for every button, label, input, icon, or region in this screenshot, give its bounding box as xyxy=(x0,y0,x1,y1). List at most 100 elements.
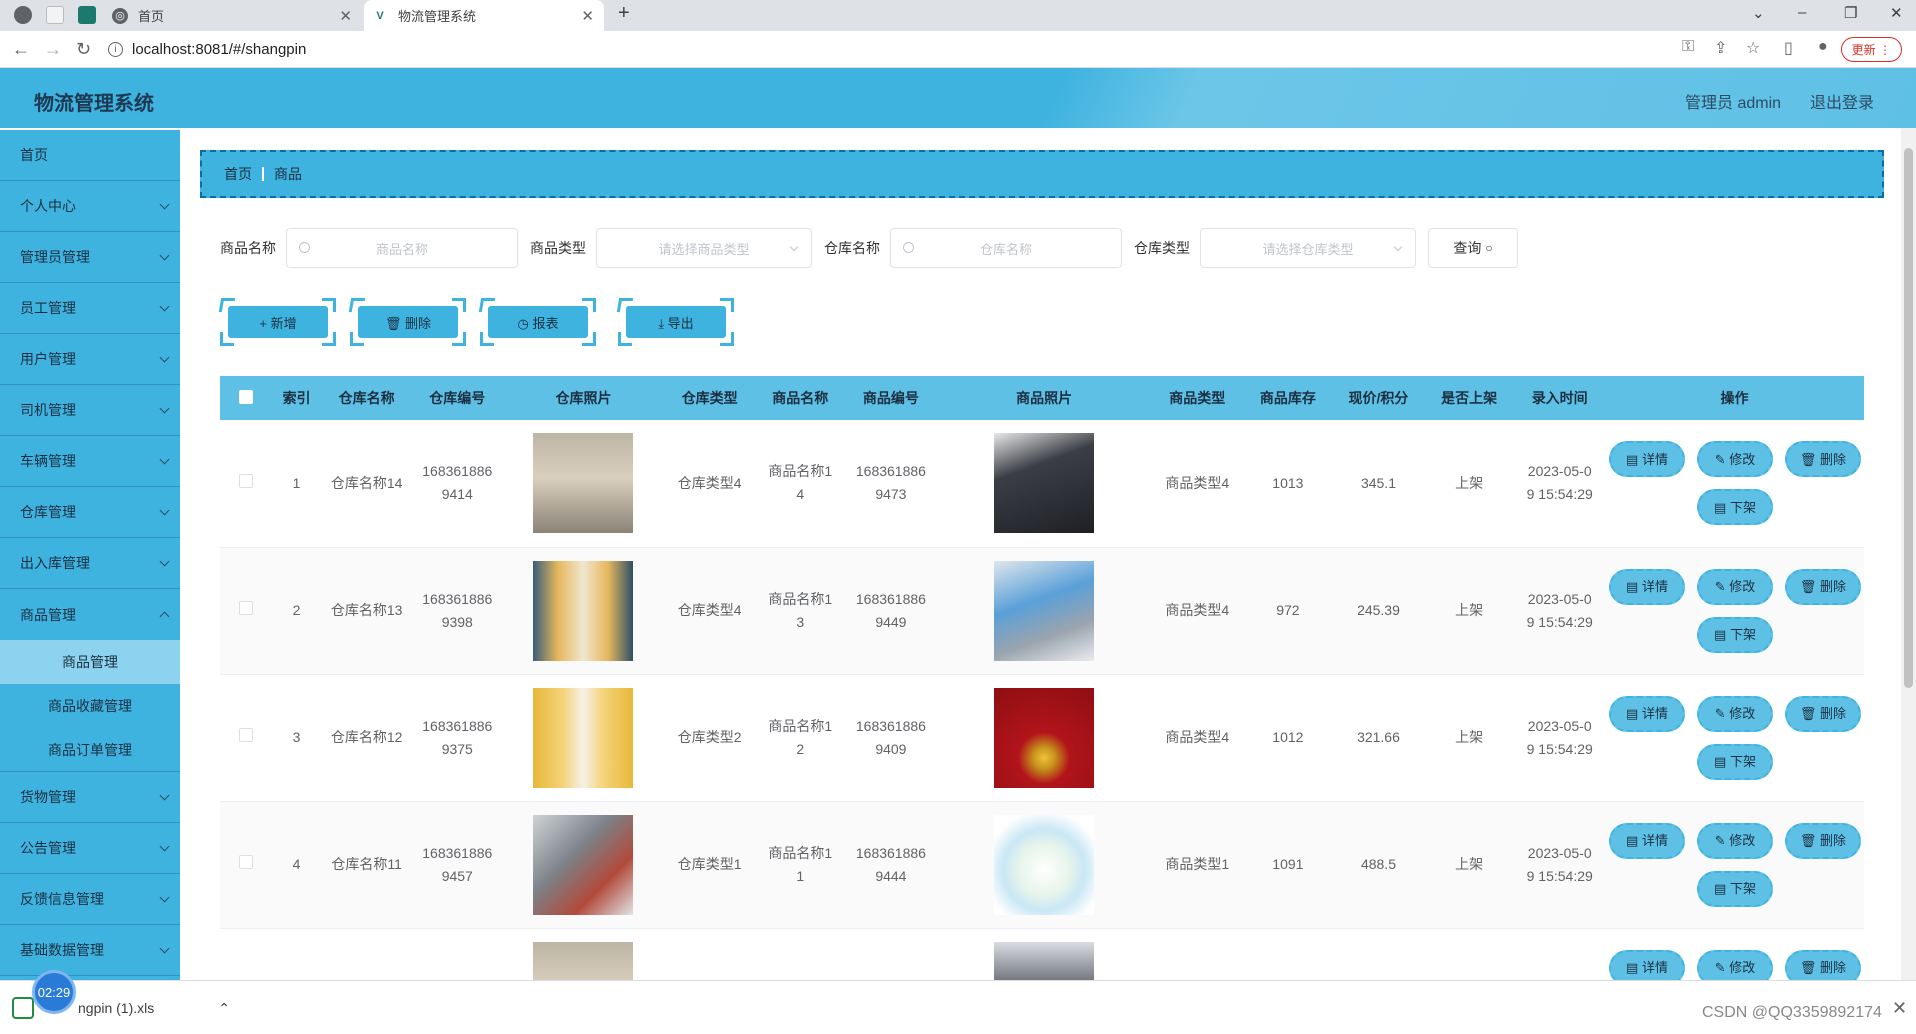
goods-photo[interactable] xyxy=(994,560,1095,661)
close-icon[interactable]: ✕ xyxy=(1892,998,1907,1019)
batch-delete-button[interactable]: 🗑 删除 xyxy=(348,298,466,346)
url-field[interactable]: i localhost:8081/#/shangpin xyxy=(108,35,1908,64)
share-icon[interactable]: ⇪ xyxy=(1714,38,1727,58)
row-checkbox[interactable] xyxy=(220,674,272,802)
minimize-icon[interactable]: – xyxy=(1798,4,1806,21)
warehouse-type-select[interactable]: 请选择仓库类型 xyxy=(1200,228,1416,268)
sidebar-item-goods[interactable]: 商品管理 xyxy=(0,589,180,640)
tab-home[interactable]: ◎ 首页 ✕ xyxy=(104,0,362,31)
query-button[interactable]: 查询 ○ xyxy=(1428,228,1518,268)
detail-button[interactable]: ▤ 详情 xyxy=(1609,695,1685,732)
warehouse-photo[interactable] xyxy=(533,941,634,980)
sidebar-item-profile[interactable]: 个人中心 xyxy=(0,181,180,232)
sidebar-item-home[interactable]: 首页 xyxy=(0,130,180,181)
sidebar-item-admins[interactable]: 管理员管理 xyxy=(0,232,180,283)
report-button[interactable]: ◷ 报表 xyxy=(478,298,596,346)
export-button[interactable]: ⤓ 导出 xyxy=(616,298,734,346)
breadcrumb-home[interactable]: 首页 xyxy=(224,164,252,184)
warehouse-type-label: 仓库类型 xyxy=(1134,240,1190,256)
scrollbar-thumb[interactable] xyxy=(1904,148,1913,688)
sidebar-item-cargo[interactable]: 货物管理 xyxy=(0,772,180,823)
sidebar-item-feedback[interactable]: 反馈信息管理 xyxy=(0,874,180,925)
cell-goods-no: 1683618869473 xyxy=(845,420,937,548)
edit-button[interactable]: ✎ 修改 xyxy=(1697,822,1773,859)
info-icon[interactable]: i xyxy=(108,42,123,57)
edit-button[interactable]: ✎ 修改 xyxy=(1697,441,1773,478)
key-icon[interactable]: ⚿ xyxy=(1682,38,1694,56)
detail-button[interactable]: ▤ 详情 xyxy=(1609,441,1685,478)
offshelf-button[interactable]: ▤ 下架 xyxy=(1697,616,1773,653)
page-scrollbar[interactable] xyxy=(1901,128,1916,980)
reload-icon[interactable]: ↻ xyxy=(76,39,91,60)
detail-button[interactable]: ▤ 详情 xyxy=(1609,822,1685,859)
offshelf-button[interactable]: ▤ 下架 xyxy=(1697,489,1773,526)
warehouse-name-input[interactable]: 仓库名称 xyxy=(890,228,1122,268)
sidepanel-icon[interactable]: ▯ xyxy=(1784,38,1793,58)
sidebar-item-warehouses[interactable]: 仓库管理 xyxy=(0,487,180,538)
row-checkbox[interactable] xyxy=(220,420,272,548)
chevron-down-icon[interactable]: ⌄ xyxy=(1752,4,1765,22)
row-checkbox[interactable] xyxy=(220,547,272,675)
detail-button[interactable]: ▤ 详情 xyxy=(1609,949,1685,980)
sidebar-subitem-favorites[interactable]: 商品收藏管理 xyxy=(0,684,180,728)
goods-type-select[interactable]: 请选择商品类型 xyxy=(596,228,812,268)
warehouse-photo[interactable] xyxy=(533,814,634,915)
delete-button[interactable]: 🗑 删除 xyxy=(1785,568,1861,605)
delete-button[interactable]: 🗑 删除 xyxy=(1785,441,1861,478)
sidebar-item-vehicles[interactable]: 车辆管理 xyxy=(0,436,180,487)
cell-stock xyxy=(1242,928,1334,980)
sidebar-subitem-goods[interactable]: 商品管理 xyxy=(0,640,180,684)
add-button[interactable]: + 新增 xyxy=(218,298,336,346)
row-checkbox[interactable] xyxy=(220,928,272,980)
delete-button[interactable]: 🗑 删除 xyxy=(1785,822,1861,859)
goods-photo[interactable] xyxy=(994,941,1095,980)
warehouse-photo[interactable] xyxy=(533,560,634,661)
select-all-checkbox[interactable] xyxy=(220,376,272,420)
tab-placeholder-icon[interactable] xyxy=(46,6,64,24)
cell-created-time: 2023-05-09 15:54:29 xyxy=(1514,674,1605,802)
close-icon[interactable]: ✕ xyxy=(581,7,594,25)
vue-tab-icon[interactable] xyxy=(78,6,96,24)
offshelf-button[interactable]: ▤ 下架 xyxy=(1697,870,1773,907)
edit-button[interactable]: ✎ 修改 xyxy=(1697,949,1773,980)
col-header: 商品编号 xyxy=(862,390,919,406)
chevron-down-icon xyxy=(159,790,170,801)
back-icon[interactable]: ← xyxy=(12,39,30,60)
goods-photo[interactable] xyxy=(994,814,1095,915)
close-icon[interactable]: ✕ xyxy=(339,7,352,25)
forward-icon[interactable]: → xyxy=(44,39,62,60)
sidebar-item-users[interactable]: 用户管理 xyxy=(0,334,180,385)
goods-photo[interactable] xyxy=(994,433,1095,534)
update-button[interactable]: 更新 ⋮ xyxy=(1840,37,1902,62)
detail-button[interactable]: ▤ 详情 xyxy=(1609,568,1685,605)
goods-photo[interactable] xyxy=(994,687,1095,788)
restore-icon[interactable]: ❐ xyxy=(1844,4,1857,22)
sidebar-item-notices[interactable]: 公告管理 xyxy=(0,823,180,874)
warehouse-photo[interactable] xyxy=(533,687,634,788)
chevron-up-icon[interactable]: ⌃ xyxy=(218,1000,230,1017)
delete-button[interactable]: 🗑 删除 xyxy=(1785,695,1861,732)
edit-button[interactable]: ✎ 修改 xyxy=(1697,568,1773,605)
sidebar-item-drivers[interactable]: 司机管理 xyxy=(0,385,180,436)
sidebar-item-staff[interactable]: 员工管理 xyxy=(0,283,180,334)
table-row: 3 仓库名称12 1683618869375 仓库类型2 商品名称12 168361886… xyxy=(220,674,1864,802)
browser-app-icon[interactable] xyxy=(14,6,32,24)
sidebar-subitem-orders[interactable]: 商品订单管理 xyxy=(0,728,180,772)
new-tab-icon[interactable]: + xyxy=(618,2,630,25)
star-icon[interactable]: ☆ xyxy=(1746,38,1760,58)
row-checkbox[interactable] xyxy=(220,801,272,929)
col-header: 商品名称 xyxy=(772,390,829,406)
sidebar-item-inout[interactable]: 出入库管理 xyxy=(0,538,180,589)
delete-button[interactable]: 🗑 删除 xyxy=(1785,949,1861,980)
edit-button[interactable]: ✎ 修改 xyxy=(1697,695,1773,732)
goods-name-input[interactable]: 商品名称 xyxy=(286,228,518,268)
tab-logistics[interactable]: V 物流管理系统 ✕ xyxy=(364,0,604,31)
offshelf-button[interactable]: ▤ 下架 xyxy=(1697,743,1773,780)
sidebar-item-label: 出入库管理 xyxy=(20,555,90,571)
warehouse-photo[interactable] xyxy=(533,433,634,534)
close-window-icon[interactable]: ✕ xyxy=(1890,4,1903,22)
logout-link[interactable]: 退出登录 xyxy=(1810,89,1874,113)
cell-goods-photo xyxy=(936,928,1152,980)
sidebar-item-basedata[interactable]: 基础数据管理 xyxy=(0,925,180,976)
profile-icon[interactable]: ● xyxy=(1818,38,1828,56)
